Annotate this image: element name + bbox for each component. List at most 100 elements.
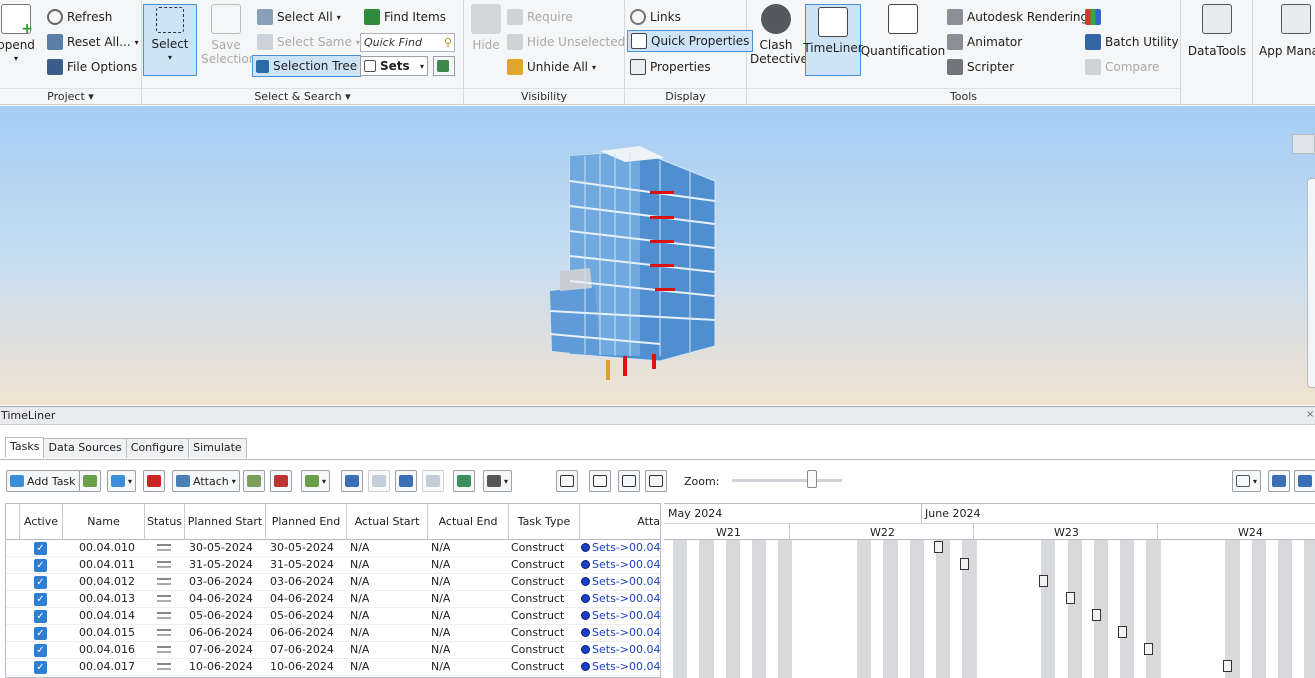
animator-button[interactable]: Animator <box>944 31 1025 53</box>
task-type-cell[interactable]: Construct <box>511 625 564 642</box>
indent-button[interactable] <box>422 470 444 492</box>
active-checkbox[interactable]: ✓ <box>34 542 47 555</box>
planned-start-cell[interactable]: 04-06-2024 <box>189 591 253 608</box>
task-type-cell[interactable]: Construct <box>511 557 564 574</box>
actual-end-cell[interactable]: N/A <box>431 625 450 642</box>
planned-end-cell[interactable]: 06-06-2024 <box>270 625 334 642</box>
zoom-slider[interactable] <box>732 479 842 482</box>
actual-end-cell[interactable]: N/A <box>431 659 450 676</box>
gantt-task-bar[interactable] <box>960 558 970 570</box>
attached-cell[interactable]: Sets->00.04. <box>581 659 660 676</box>
hide-button[interactable]: Hide <box>468 4 504 52</box>
outdent-button[interactable] <box>395 470 417 492</box>
column-header-task-type[interactable]: Task Type <box>509 504 580 540</box>
show-grid-and-chart-button[interactable] <box>589 470 611 492</box>
auto-attach-button[interactable] <box>243 470 265 492</box>
attached-cell[interactable]: Sets->00.04. <box>581 591 660 608</box>
refresh-button[interactable]: Refresh <box>44 6 115 28</box>
actual-end-cell[interactable]: N/A <box>431 557 450 574</box>
sets-manage-button[interactable] <box>433 56 455 76</box>
active-checkbox[interactable]: ✓ <box>34 610 47 623</box>
quick-properties-button[interactable]: Quick Properties <box>627 30 754 52</box>
gantt-task-bar[interactable] <box>934 541 943 553</box>
datatools-button[interactable]: DataTools <box>1185 4 1249 58</box>
columns-dropdown[interactable]: ▾ <box>483 470 513 492</box>
show-resources-button[interactable] <box>645 470 667 492</box>
active-checkbox[interactable]: ✓ <box>34 593 47 606</box>
actual-start-cell[interactable]: N/A <box>350 642 369 659</box>
auto-add-tasks-button[interactable] <box>79 470 101 492</box>
scripter-button[interactable]: Scripter <box>944 56 1017 78</box>
actual-end-cell[interactable]: N/A <box>431 608 450 625</box>
actual-start-cell[interactable]: N/A <box>350 557 369 574</box>
show-grid-only-button[interactable] <box>556 470 578 492</box>
autodesk-rendering-button[interactable]: Autodesk Rendering <box>944 6 1091 28</box>
panel-close-icon[interactable]: × <box>1306 409 1314 420</box>
gantt-task-bar[interactable] <box>1039 575 1049 587</box>
save-selection-button[interactable]: Save Selection <box>200 4 256 66</box>
level-up-button[interactable] <box>341 470 363 492</box>
actual-start-cell[interactable]: N/A <box>350 659 369 676</box>
delete-task-button[interactable] <box>143 470 165 492</box>
append-button[interactable]: + ppend ▾ <box>0 4 36 66</box>
task-name-cell[interactable]: 00.04.010 <box>79 540 135 557</box>
attached-cell[interactable]: Sets->00.04. <box>581 540 660 557</box>
table-row[interactable]: ✓ 00.04.013 04-06-2024 04-06-2024 N/A N/A Cons… <box>6 591 660 608</box>
actual-start-cell[interactable]: N/A <box>350 540 369 557</box>
filter-dropdown[interactable]: ▾ <box>1232 470 1262 492</box>
find-items-button[interactable]: Find Items <box>361 6 449 28</box>
tab-data-sources[interactable]: Data Sources <box>43 438 127 458</box>
column-header-actual-start[interactable]: Actual Start <box>347 504 428 540</box>
clear-attachment-button[interactable] <box>270 470 292 492</box>
planned-start-cell[interactable]: 07-06-2024 <box>189 642 253 659</box>
show-chart-button[interactable] <box>618 470 640 492</box>
planned-end-cell[interactable]: 31-05-2024 <box>270 557 334 574</box>
file-options-button[interactable]: File Options <box>44 56 140 78</box>
project-group-label[interactable]: Project ▾ <box>0 88 141 105</box>
table-row[interactable]: ✓ 00.04.017 10-06-2024 10-06-2024 N/A N/A Cons… <box>6 659 660 676</box>
task-name-cell[interactable]: 00.04.013 <box>79 591 135 608</box>
quick-find-input[interactable]: Quick Find ⚲ <box>360 33 455 52</box>
tab-configure[interactable]: Configure <box>125 438 190 458</box>
planned-start-cell[interactable]: 31-05-2024 <box>189 557 253 574</box>
tab-tasks[interactable]: Tasks <box>5 437 45 457</box>
gantt-task-bar[interactable] <box>1091 609 1101 621</box>
attached-cell[interactable]: Sets->00.04. <box>581 625 660 642</box>
active-checkbox[interactable]: ✓ <box>34 559 47 572</box>
table-row[interactable]: ✓ 00.04.014 05-06-2024 05-06-2024 N/A N/A Cons… <box>6 608 660 625</box>
attached-cell[interactable]: Sets->00.04. <box>581 642 660 659</box>
add-task-button[interactable]: Add Task <box>6 470 80 492</box>
planned-end-cell[interactable]: 03-06-2024 <box>270 574 334 591</box>
planned-end-cell[interactable]: 07-06-2024 <box>270 642 334 659</box>
column-header-planned-start[interactable]: Planned Start <box>185 504 266 540</box>
task-type-cell[interactable]: Construct <box>511 608 564 625</box>
column-header-active[interactable]: Active <box>20 504 63 540</box>
column-header-planned-end[interactable]: Planned End <box>266 504 347 540</box>
select-same-button[interactable]: Select Same ▾ <box>254 31 363 53</box>
actual-start-cell[interactable]: N/A <box>350 625 369 642</box>
actual-end-cell[interactable]: N/A <box>431 642 450 659</box>
hide-unselected-button[interactable]: Hide Unselected <box>504 31 628 53</box>
actual-start-cell[interactable]: N/A <box>350 574 369 591</box>
require-button[interactable]: Require <box>504 6 576 28</box>
navigation-bar[interactable] <box>1307 178 1315 388</box>
column-header-status[interactable]: Status <box>145 504 185 540</box>
select-button[interactable]: Select ▾ <box>143 4 197 76</box>
sets-dropdown[interactable]: Sets ▾ <box>360 56 428 76</box>
active-checkbox[interactable]: ✓ <box>34 661 47 674</box>
attached-cell[interactable]: Sets->00.04. <box>581 557 660 574</box>
gantt-task-bar[interactable] <box>1144 643 1154 655</box>
planned-end-cell[interactable]: 05-06-2024 <box>270 608 334 625</box>
task-type-cell[interactable]: Construct <box>511 591 564 608</box>
reset-all-button[interactable]: Reset All... ▾ <box>44 31 142 53</box>
table-row[interactable]: ✓ 00.04.015 06-06-2024 06-06-2024 N/A N/A Cons… <box>6 625 660 642</box>
3d-viewport[interactable] <box>0 106 1315 405</box>
task-name-cell[interactable]: 00.04.012 <box>79 574 135 591</box>
task-name-cell[interactable]: 00.04.014 <box>79 608 135 625</box>
attached-cell[interactable]: Sets->00.04. <box>581 574 660 591</box>
attached-cell[interactable]: Sets->00.04. <box>581 608 660 625</box>
batch-utility-button[interactable]: Batch Utility <box>1082 31 1182 53</box>
planned-start-cell[interactable]: 05-06-2024 <box>189 608 253 625</box>
task-name-cell[interactable]: 00.04.015 <box>79 625 135 642</box>
level-down-button[interactable] <box>368 470 390 492</box>
